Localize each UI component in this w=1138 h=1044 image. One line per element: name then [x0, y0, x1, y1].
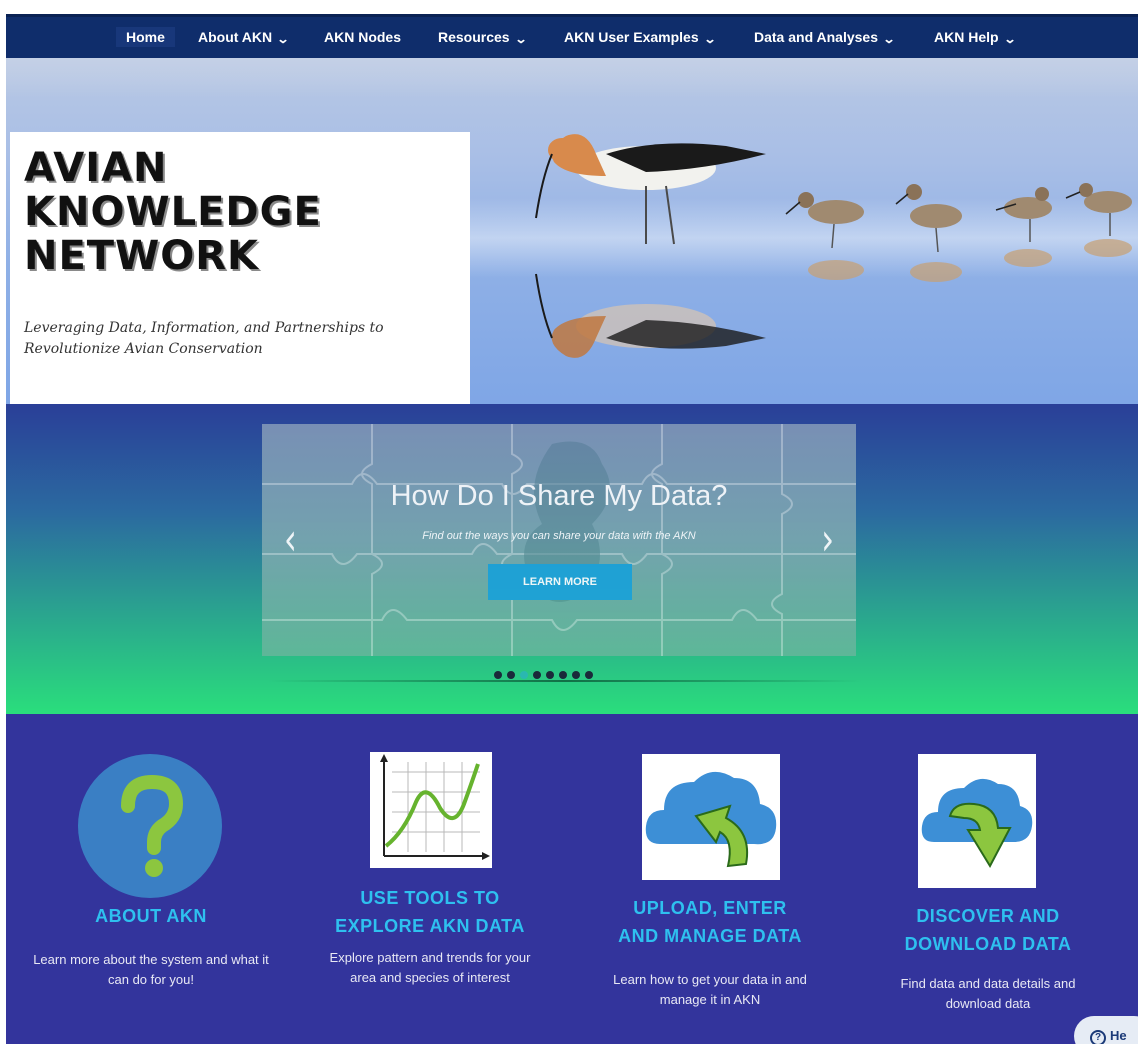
- carousel-section: ‹ › How Do I Share My Data? Find out the…: [6, 404, 1138, 714]
- nav-item-label: Data and Analyses: [754, 29, 878, 45]
- feature-about-akn[interactable]: ABOUT AKN Learn more about the system an…: [33, 754, 276, 1034]
- nav-item-label: Resources: [438, 29, 510, 45]
- feature-use-tools[interactable]: USE TOOLS TO EXPLORE AKN DATA Explore pa…: [310, 752, 550, 1042]
- site-title-line: AVIAN: [24, 145, 168, 191]
- line-chart-icon: [380, 754, 490, 860]
- carousel-dot[interactable]: [572, 671, 580, 679]
- download-image: [918, 754, 1036, 888]
- nav-item-resources[interactable]: Resources ⌄: [438, 29, 528, 46]
- hero-title-box: AVIAN KNOWLEDGE NETWORK Leveraging Data,…: [10, 132, 470, 404]
- nav-item-label: AKN User Examples: [564, 29, 699, 45]
- cloud-upload-icon: [645, 771, 777, 868]
- help-widget-button[interactable]: ? He: [1074, 1016, 1138, 1044]
- avocet-chicks-icon: [785, 183, 1132, 282]
- nav-item-akn-nodes[interactable]: AKN Nodes: [324, 29, 401, 45]
- feature-title-text: AND MANAGE DATA: [618, 926, 802, 946]
- nav-item-label: AKN Nodes: [324, 29, 402, 45]
- carousel-slide: ‹ › How Do I Share My Data? Find out the…: [262, 424, 856, 656]
- features-section: ABOUT AKN Learn more about the system an…: [6, 714, 1138, 1044]
- chevron-down-icon: ⌄: [276, 32, 290, 46]
- chevron-down-icon: ⌄: [703, 32, 717, 46]
- feature-title: USE TOOLS TO EXPLORE AKN DATA: [310, 884, 550, 940]
- carousel-indicators: [494, 666, 598, 679]
- carousel-dot[interactable]: [533, 671, 541, 679]
- feature-title: DISCOVER AND DOWNLOAD DATA: [868, 902, 1108, 958]
- question-mark-icon: [78, 754, 222, 898]
- nav-item-about-akn[interactable]: About AKN ⌄: [198, 29, 290, 46]
- nav-item-akn-help[interactable]: AKN Help ⌄: [934, 29, 1017, 46]
- site-tagline: Leveraging Data, Information, and Partne…: [24, 320, 384, 357]
- chart-image: [370, 752, 492, 868]
- main-nav: Home About AKN ⌄ AKN Nodes Resources ⌄ AKN…: [6, 14, 1138, 58]
- carousel-divider: [268, 680, 862, 682]
- feature-title-text: USE TOOLS TO: [360, 888, 500, 908]
- chevron-down-icon: ⌄: [514, 32, 528, 46]
- help-circle-icon: ?: [1090, 1030, 1106, 1044]
- feature-title-text: DISCOVER AND: [916, 906, 1060, 926]
- feature-description: Learn how to get your data in and manage…: [613, 972, 807, 1007]
- feature-upload-manage[interactable]: UPLOAD, ENTER AND MANAGE DATA Learn how …: [590, 754, 830, 1034]
- feature-description: Find data and data details and download …: [900, 976, 1076, 1011]
- carousel-dot[interactable]: [546, 671, 554, 679]
- site-title-line: KNOWLEDGE: [24, 189, 322, 235]
- cloud-download-icon: [921, 778, 1033, 869]
- nav-item-akn-user-examples[interactable]: AKN User Examples ⌄: [564, 29, 717, 46]
- carousel-dot[interactable]: [507, 671, 515, 679]
- slide-title: How Do I Share My Data?: [390, 480, 728, 512]
- carousel-dot[interactable]: [585, 671, 593, 679]
- feature-title: UPLOAD, ENTER AND MANAGE DATA: [590, 894, 830, 950]
- carousel-dot[interactable]: [559, 671, 567, 679]
- feature-title-text: EXPLORE AKN DATA: [335, 916, 525, 936]
- feature-title: ABOUT AKN: [26, 902, 276, 930]
- nav-item-label: About AKN: [198, 29, 273, 45]
- feature-description: Learn more about the system and what it …: [33, 952, 269, 987]
- site-title-line: NETWORK: [24, 233, 260, 279]
- nav-item-label: AKN Help: [934, 29, 999, 45]
- nav-item-label: Home: [126, 29, 165, 45]
- feature-discover-download[interactable]: DISCOVER AND DOWNLOAD DATA Find data and…: [868, 754, 1108, 1034]
- site-title: AVIAN KNOWLEDGE NETWORK: [24, 146, 322, 278]
- hero-banner: AVIAN KNOWLEDGE NETWORK Leveraging Data,…: [6, 58, 1138, 404]
- feature-title-text: ABOUT AKN: [95, 906, 207, 926]
- feature-title-text: UPLOAD, ENTER: [633, 898, 787, 918]
- adult-avocet-icon: [535, 134, 766, 358]
- upload-image: [642, 754, 780, 880]
- feature-title-text: DOWNLOAD DATA: [904, 934, 1072, 954]
- carousel-dot[interactable]: [494, 671, 502, 679]
- nav-item-home[interactable]: Home: [116, 27, 175, 47]
- chevron-down-icon: ⌄: [882, 32, 896, 46]
- chevron-down-icon: ⌄: [1003, 32, 1017, 46]
- slide-subtitle: Find out the ways you can share your dat…: [422, 530, 696, 542]
- learn-more-button[interactable]: LEARN MORE: [488, 564, 632, 600]
- nav-item-data-and-analyses[interactable]: Data and Analyses ⌄: [754, 29, 896, 46]
- help-widget-label: He: [1110, 1028, 1127, 1043]
- feature-description: Explore pattern and trends for your area…: [329, 950, 531, 985]
- carousel-dot[interactable]: [520, 671, 528, 679]
